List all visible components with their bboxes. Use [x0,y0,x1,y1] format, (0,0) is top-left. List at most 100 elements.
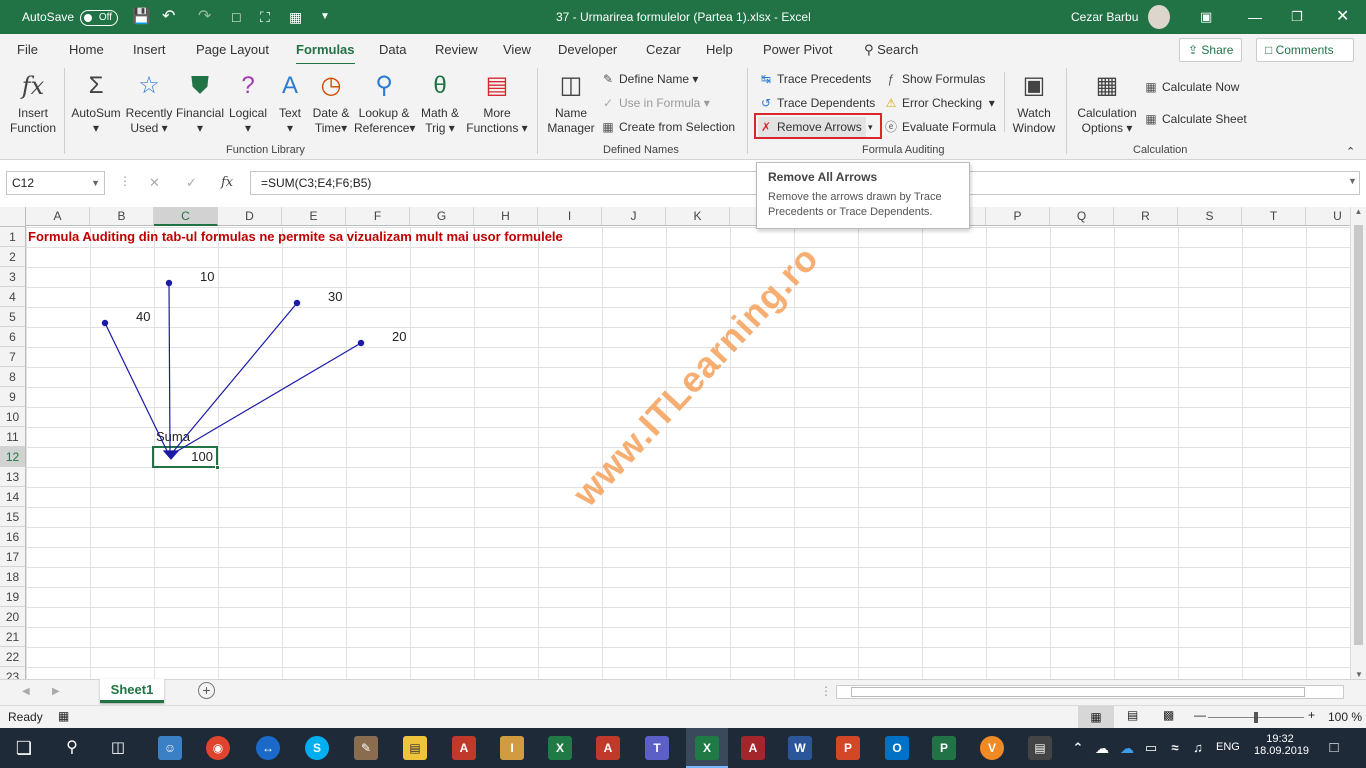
cell-c3[interactable]: 10 [200,269,214,284]
vertical-scrollbar[interactable]: ▲ ▼ [1350,207,1366,679]
column-header[interactable]: P [986,207,1050,226]
redo-icon[interactable]: ↷ [198,0,211,34]
excel-pinned-icon[interactable]: X [548,736,572,760]
page-break-view-icon[interactable]: ▩ [1163,708,1174,722]
paint-icon[interactable]: ✎ [354,736,378,760]
customize-qat-icon[interactable]: ▼ [320,0,330,34]
math-trig-button[interactable]: θ Math & Trig ▾ [416,70,464,136]
more-functions-button[interactable]: ▤ More Functions ▾ [466,70,528,136]
search-box[interactable]: ⚲ Search [864,42,918,58]
text-button[interactable]: A Text ▾ [272,70,308,136]
onedrive-icon[interactable]: ☁ [1118,736,1136,760]
lookup-reference-button[interactable]: ⚲ Lookup & Reference▾ [354,70,415,136]
column-header[interactable]: T [1242,207,1306,226]
tab-formulas[interactable]: Formulas [296,42,355,66]
horizontal-scrollbar[interactable] [836,685,1344,699]
recently-used-button[interactable]: ☆ Recently Used ▾ [124,70,174,136]
access-2-icon[interactable]: A [741,736,765,760]
use-in-formula-button[interactable]: ✓ Use in Formula ▾ [600,93,710,113]
expand-formula-icon[interactable]: ▼ [1348,176,1357,186]
fullscreen-icon[interactable]: ⛶ [260,0,270,34]
row-header[interactable]: 6 [0,327,26,347]
scroll-down-icon[interactable]: ▼ [1351,670,1366,679]
date-time-button[interactable]: ◷ Date & Time▾ [308,70,354,136]
outlook-icon[interactable]: O [885,736,909,760]
cell-e4[interactable]: 30 [328,289,342,304]
row-header[interactable]: 7 [0,347,26,367]
tab-insert[interactable]: Insert [133,42,166,57]
show-formulas-button[interactable]: ƒ Show Formulas [883,69,986,89]
enter-icon[interactable]: ✓ [186,175,197,191]
task-view-icon[interactable]: ◫ [106,736,130,760]
tray-chevron-icon[interactable]: ⌃ [1070,736,1086,760]
financial-button[interactable]: ⛊ Financial ▾ [174,70,226,136]
cell-a1[interactable]: Formula Auditing din tab-ul formulas ne … [28,229,563,244]
acrobat-icon[interactable]: A [452,736,476,760]
next-sheet-icon[interactable]: ▶ [52,686,60,697]
row-header[interactable]: 8 [0,367,26,387]
row-header[interactable]: 15 [0,507,26,527]
define-name-button[interactable]: ✎ Define Name ▾ [600,69,698,89]
horizontal-scroll-thumb[interactable] [851,687,1305,697]
scroll-up-icon[interactable]: ▲ [1351,207,1366,216]
user-name[interactable]: Cezar Barbu [1071,0,1138,34]
row-header[interactable]: 13 [0,467,26,487]
tab-file[interactable]: File [17,42,38,57]
word-icon[interactable]: W [788,736,812,760]
zoom-slider-thumb[interactable] [1254,712,1258,723]
column-header[interactable]: C [154,207,218,226]
tab-help[interactable]: Help [706,42,733,57]
column-header[interactable]: F [346,207,410,226]
column-header[interactable]: J [602,207,666,226]
file-explorer-icon[interactable]: ▤ [403,736,427,760]
battery-icon[interactable]: ▭ [1142,736,1160,760]
column-header[interactable]: K [666,207,730,226]
row-header[interactable]: 18 [0,567,26,587]
cloud-icon[interactable]: ☁ [1093,736,1111,760]
tab-cezar[interactable]: Cezar [646,42,681,57]
tab-review[interactable]: Review [435,42,478,57]
column-header[interactable]: D [218,207,282,226]
create-from-selection-button[interactable]: ▦ Create from Selection [600,117,735,137]
calculate-sheet-button[interactable]: ▦ Calculate Sheet [1143,109,1246,129]
wifi-icon[interactable]: ≈ [1166,736,1184,760]
zoom-level[interactable]: 100 % [1328,710,1362,724]
name-box-dropdown-icon[interactable]: ▼ [91,172,100,194]
column-header[interactable]: U [1306,207,1350,226]
add-sheet-icon[interactable]: + [198,682,215,699]
insert-function-icon[interactable]: fx [221,175,233,190]
row-header[interactable]: 11 [0,427,26,447]
select-all-corner[interactable] [0,207,26,227]
teams-icon[interactable]: T [645,736,669,760]
app-icon[interactable]: V [980,736,1004,760]
zoom-out-icon[interactable]: — [1194,708,1206,722]
cell-c12-selected[interactable]: 100 [152,446,218,468]
tab-home[interactable]: Home [69,42,104,57]
taskbar-search-icon[interactable]: ⚲ [60,736,84,760]
row-header[interactable]: 20 [0,607,26,627]
notifications-icon[interactable]: □ [1322,736,1346,760]
row-header[interactable]: 16 [0,527,26,547]
prev-sheet-icon[interactable]: ◀ [22,686,30,697]
zoom-in-icon[interactable]: + [1308,708,1315,722]
avatar[interactable] [1148,5,1170,29]
chrome-icon[interactable]: ◉ [206,736,230,760]
share-button[interactable]: ⇪ Share [1179,38,1243,62]
macro-record-icon[interactable]: ▦ [58,709,69,723]
row-header[interactable]: 10 [0,407,26,427]
vertical-scroll-thumb[interactable] [1354,225,1363,645]
cancel-icon[interactable]: ✕ [149,175,160,191]
calculate-now-button[interactable]: ▦ Calculate Now [1143,77,1239,97]
tab-view[interactable]: View [503,42,531,57]
row-header[interactable]: 14 [0,487,26,507]
fill-handle[interactable] [215,465,220,470]
row-header[interactable]: 23 [0,667,26,679]
tab-developer[interactable]: Developer [558,42,617,57]
normal-view-icon[interactable]: ▦ [1078,706,1114,728]
close-icon[interactable]: ✕ [1336,0,1349,34]
minimize-icon[interactable]: — [1248,0,1262,34]
trace-precedents-button[interactable]: ↹ Trace Precedents [758,69,871,89]
sheet-tab-sheet1[interactable]: Sheet1 [100,679,164,703]
new-file-icon[interactable]: □ [232,0,240,34]
trace-dependents-button[interactable]: ↺ Trace Dependents [758,93,875,113]
